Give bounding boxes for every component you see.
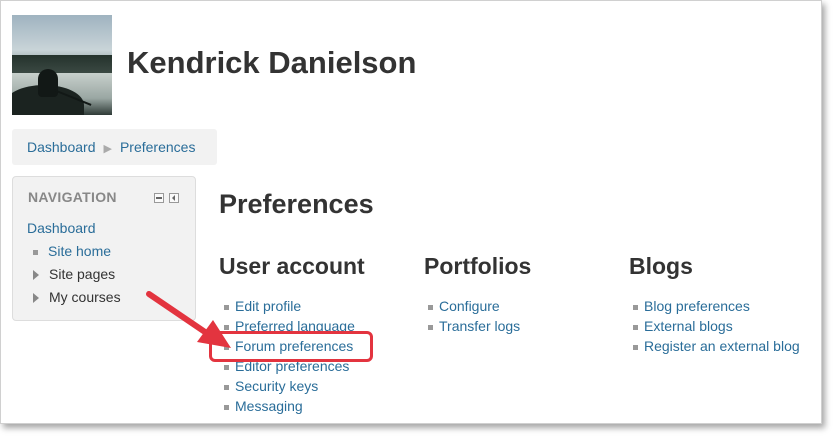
nav-dashboard-link[interactable]: Dashboard (27, 220, 96, 236)
nav-item-label: My courses (49, 289, 121, 305)
breadcrumb-dashboard[interactable]: Dashboard (27, 139, 96, 155)
nav-item-my-courses[interactable]: My courses (33, 289, 121, 305)
dock-block-icon[interactable] (169, 193, 179, 203)
section-title-portfolios: Portfolios (424, 253, 532, 279)
list-item: Configure (428, 298, 520, 318)
user-avatar[interactable] (12, 15, 112, 115)
blogs-links: Blog preferences External blogs Register… (633, 298, 800, 358)
security-keys-link[interactable]: Security keys (235, 378, 318, 394)
bullet-icon (224, 384, 229, 390)
bullet-icon (224, 364, 229, 370)
breadcrumb: Dashboard ▶ Preferences (12, 129, 217, 165)
bullet-icon (428, 324, 433, 330)
breadcrumb-preferences[interactable]: Preferences (120, 139, 195, 155)
list-item: Edit profile (224, 298, 355, 318)
edit-profile-link[interactable]: Edit profile (235, 298, 301, 314)
register-external-blog-link[interactable]: Register an external blog (644, 338, 800, 354)
expand-arrow-icon[interactable] (33, 293, 39, 304)
list-item: Register an external blog (633, 338, 800, 358)
nav-item-label[interactable]: Site home (48, 243, 111, 259)
annotation-arrow-icon (146, 291, 231, 348)
nav-item-site-home[interactable]: Site home (33, 243, 111, 259)
list-item: Security keys (224, 378, 355, 398)
navigation-title: NAVIGATION (28, 189, 117, 205)
breadcrumb-separator-icon: ▶ (103, 143, 112, 155)
nav-item-site-pages[interactable]: Site pages (33, 266, 115, 282)
page-title: Preferences (219, 189, 374, 219)
list-item: Transfer logs (428, 318, 520, 338)
bullet-icon (428, 304, 433, 310)
screenshot-frame: Kendrick Danielson Dashboard ▶ Preferences… (0, 0, 822, 424)
expand-arrow-icon[interactable] (33, 270, 39, 281)
nav-item-label: Site pages (49, 266, 116, 282)
bullet-icon (633, 344, 638, 350)
section-title-user-account: User account (219, 253, 365, 279)
bullet-icon (224, 404, 229, 410)
external-blogs-link[interactable]: External blogs (644, 318, 733, 334)
messaging-link[interactable]: Messaging (235, 398, 303, 414)
bullet-icon (33, 249, 38, 255)
configure-link[interactable]: Configure (439, 298, 500, 314)
bullet-icon (633, 304, 638, 310)
portfolios-links: Configure Transfer logs (428, 298, 520, 338)
transfer-logs-link[interactable]: Transfer logs (439, 318, 520, 334)
blog-preferences-link[interactable]: Blog preferences (644, 298, 750, 314)
section-title-blogs: Blogs (629, 253, 693, 279)
user-full-name: Kendrick Danielson (127, 45, 417, 80)
hide-block-icon[interactable] (154, 193, 164, 203)
list-item: External blogs (633, 318, 800, 338)
bullet-icon (633, 324, 638, 330)
list-item: Blog preferences (633, 298, 800, 318)
list-item: Messaging (224, 398, 355, 418)
